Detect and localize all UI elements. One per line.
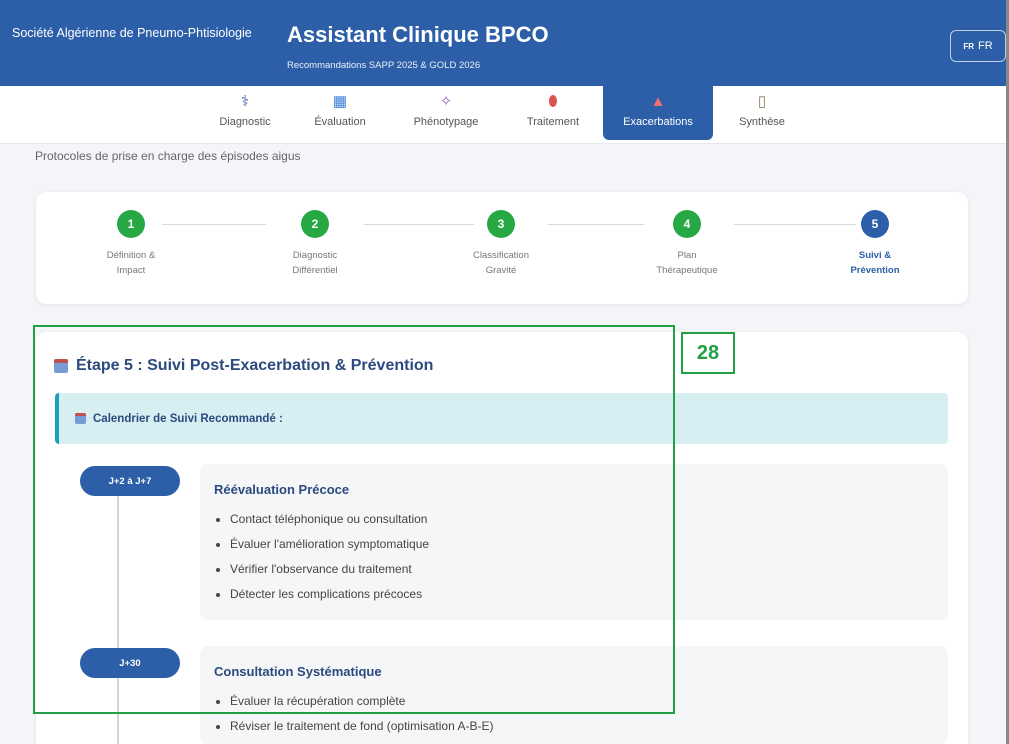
flag-icon: FR (963, 41, 974, 51)
tab-label: Exacerbations (623, 116, 693, 128)
step-connector (548, 224, 644, 225)
progress-stepper: 1 Définition & Impact 2 Diagnostic Différe… (36, 192, 968, 304)
dna-icon: ✧ (439, 93, 453, 110)
step-label: Suivi & Prévention (850, 250, 900, 276)
tab-label: Synthèse (739, 116, 785, 128)
step-5[interactable]: 5 Suivi & Prévention (820, 210, 930, 278)
language-button[interactable]: FR FR (950, 30, 1006, 62)
tab-label: Évaluation (314, 116, 366, 128)
step-number: 4 (673, 210, 701, 238)
annotation-label: 28 (681, 332, 735, 374)
annotation-box (33, 325, 675, 714)
nav-tabs: ⚕ Diagnostic ▦ Évaluation ✧ Phénotypage … (0, 86, 1009, 144)
step-number: 3 (487, 210, 515, 238)
chart-icon: ▦ (332, 93, 348, 110)
list-item: Réviser le traitement de fond (optimisat… (216, 714, 493, 739)
step-label: Plan Thérapeutique (656, 250, 718, 276)
app-header: Société Algérienne de Pneumo-Phtisiologi… (0, 0, 1009, 86)
tab-evaluation[interactable]: ▦ Évaluation (298, 86, 382, 140)
step-label: Définition & Impact (106, 250, 156, 276)
step-number: 2 (301, 210, 329, 238)
step-4[interactable]: 4 Plan Thérapeutique (632, 210, 742, 278)
siren-icon: ▲ (650, 93, 666, 110)
step-2[interactable]: 2 Diagnostic Différentiel (260, 210, 370, 278)
step-1[interactable]: 1 Définition & Impact (76, 210, 186, 278)
tab-synthese[interactable]: ▯ Synthèse (722, 86, 802, 140)
pill-icon: ⬮ (548, 93, 558, 110)
tab-label: Traitement (526, 116, 580, 128)
tab-label: Diagnostic (219, 116, 271, 128)
step-3[interactable]: 3 Classification Gravité (446, 210, 556, 278)
step-number: 1 (117, 210, 145, 238)
page-description: Protocoles de prise en charge des épisod… (35, 149, 301, 163)
stethoscope-icon: ⚕ (240, 93, 250, 110)
app-subtitle: Recommandations SAPP 2025 & GOLD 2026 (287, 60, 481, 71)
tab-traitement[interactable]: ⬮ Traitement (512, 86, 594, 140)
language-label: FR (978, 40, 993, 52)
step-number: 5 (861, 210, 889, 238)
tab-phenotypage[interactable]: ✧ Phénotypage (400, 86, 492, 140)
organization-name: Société Algérienne de Pneumo-Phtisiologi… (12, 26, 252, 40)
step-label: Diagnostic Différentiel (292, 250, 338, 276)
tab-label: Phénotypage (413, 116, 479, 128)
tab-exacerbations[interactable]: ▲ Exacerbations (603, 86, 713, 140)
clipboard-icon: ▯ (757, 93, 767, 110)
tab-diagnostic[interactable]: ⚕ Diagnostic (205, 86, 285, 140)
step-label: Classification Gravité (473, 250, 529, 276)
app-title: Assistant Clinique BPCO (287, 22, 549, 47)
